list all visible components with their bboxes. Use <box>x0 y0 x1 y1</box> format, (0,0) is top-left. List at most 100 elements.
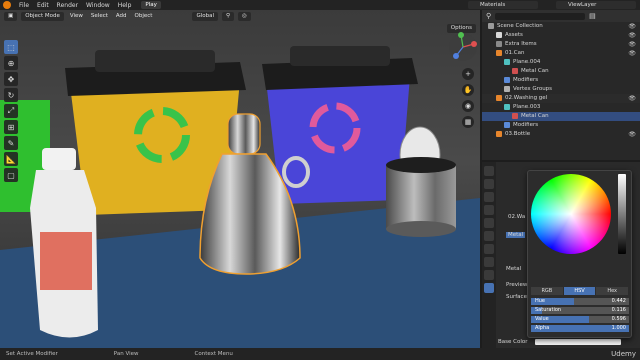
visibility-eye-icon[interactable]: 👁 <box>628 22 636 31</box>
annotate-tool[interactable]: ✎ <box>4 136 18 150</box>
field-value: 1.000 <box>611 325 626 331</box>
status-pan-view: Pan View <box>113 351 139 357</box>
field-value[interactable]: Value 0.596 <box>531 316 629 323</box>
snap-toggle[interactable]: ⚲ <box>222 11 235 21</box>
object-name-field[interactable]: 02.Wa <box>508 214 525 220</box>
menu-window[interactable]: Window <box>82 2 114 9</box>
outliner-item[interactable]: Scene Collection 👁 <box>482 22 640 31</box>
scene-render[interactable] <box>0 10 480 348</box>
add-cube-tool[interactable]: ▢ <box>4 168 18 182</box>
outliner-item[interactable]: Metal Can <box>482 112 640 121</box>
pan-hand-icon[interactable]: ✋ <box>462 84 474 96</box>
vertex-group-icon <box>504 85 510 92</box>
material-tab-icon[interactable] <box>484 283 494 293</box>
camera-icon[interactable]: ◉ <box>462 100 474 112</box>
base-color-label: Base Color <box>498 339 528 345</box>
visibility-eye-icon[interactable]: 👁 <box>628 49 636 58</box>
outliner-item[interactable]: Assets 👁 <box>482 31 640 40</box>
outliner-item[interactable]: 03.Bottle 👁 <box>482 130 640 139</box>
field-alpha[interactable]: Alpha 1.000 <box>531 325 629 332</box>
field-saturation[interactable]: Saturation 0.116 <box>531 307 629 314</box>
transform-tool[interactable]: ⊞ <box>4 120 18 134</box>
navigation-gizmo[interactable] <box>448 32 478 62</box>
tool-tab-icon[interactable] <box>484 166 494 176</box>
outliner-item[interactable]: 02.Washing gel 👁 <box>482 94 640 103</box>
menu-help[interactable]: Help <box>114 2 136 9</box>
color-wheel[interactable] <box>531 174 611 254</box>
viewlayer-selector[interactable]: ViewLayer <box>556 1 636 9</box>
move-tool[interactable]: ✥ <box>4 72 18 86</box>
outliner-item[interactable]: Modifiers <box>482 76 640 85</box>
field-hue[interactable]: Hue 0.442 <box>531 298 629 305</box>
material-name-field[interactable]: Metal <box>506 266 521 272</box>
output-tab-icon[interactable] <box>484 192 494 202</box>
filter-icon[interactable]: ⚲ <box>486 12 491 20</box>
outliner-item[interactable]: Plane.004 <box>482 58 640 67</box>
mode-selector[interactable]: Object Mode <box>21 11 64 21</box>
select-box-tool[interactable]: ⬚ <box>4 40 18 54</box>
rotate-tool[interactable]: ↻ <box>4 88 18 102</box>
visibility-eye-icon[interactable]: 👁 <box>628 40 636 49</box>
blender-logo-icon[interactable] <box>3 1 11 9</box>
data-tab-icon[interactable] <box>484 270 494 280</box>
material-slot[interactable]: Metal <box>506 232 526 238</box>
field-value: 0.116 <box>611 307 626 313</box>
modifier-tab-icon[interactable] <box>484 231 494 241</box>
outliner-item[interactable]: Plane.003 <box>482 103 640 112</box>
wrench-icon <box>504 121 510 128</box>
collection-icon <box>496 31 502 38</box>
material-icon <box>512 67 518 74</box>
scene-selector[interactable]: Materials <box>468 1 538 9</box>
preview-panel-header[interactable]: Preview <box>506 282 527 288</box>
outliner-item-label: Assets <box>505 32 523 38</box>
outliner-item[interactable]: Extra Items 👁 <box>482 40 640 49</box>
physics-tab-icon[interactable] <box>484 244 494 254</box>
measure-tool[interactable]: 📐 <box>4 152 18 166</box>
proportional-editing-toggle[interactable]: ◎ <box>238 11 251 21</box>
object-tab-icon[interactable] <box>484 218 494 228</box>
mode-hsv[interactable]: HSV <box>563 287 596 295</box>
base-color-swatch[interactable] <box>535 339 621 345</box>
visibility-eye-icon[interactable]: 👁 <box>628 94 636 103</box>
constraints-tab-icon[interactable] <box>484 257 494 267</box>
field-value: 0.442 <box>611 298 626 304</box>
transform-orientation-selector[interactable]: Global <box>192 11 219 21</box>
mesh-icon <box>504 58 510 65</box>
outliner-item[interactable]: Vertex Groups <box>482 85 640 94</box>
mode-hex[interactable]: Hex <box>596 287 629 295</box>
grid-icon[interactable]: ▦ <box>462 116 474 128</box>
outliner-search[interactable] <box>495 12 586 20</box>
top-menu-bar: File Edit Render Window Help Play Materi… <box>0 0 640 10</box>
menu-file[interactable]: File <box>15 2 33 9</box>
outliner-item[interactable]: 01.Can 👁 <box>482 49 640 58</box>
surface-panel-header[interactable]: Surface <box>506 294 527 300</box>
editor-type-button[interactable]: ▣ <box>4 11 18 21</box>
visibility-eye-icon[interactable]: 👁 <box>628 31 636 40</box>
render-tab-icon[interactable] <box>484 179 494 189</box>
outliner-item-label: Plane.004 <box>513 59 541 65</box>
outliner-item-label: Extra Items <box>505 41 537 47</box>
outliner-item-label: Plane.003 <box>513 104 541 110</box>
navigation-tools: + ✋ ◉ ▦ <box>462 68 474 128</box>
outliner-item[interactable]: Metal Can <box>482 67 640 76</box>
new-collection-icon[interactable]: ▤ <box>589 12 596 20</box>
outliner-item[interactable]: Modifiers <box>482 121 640 130</box>
cursor-tool[interactable]: ⊕ <box>4 56 18 70</box>
menu-render[interactable]: Render <box>53 2 82 9</box>
zoom-icon[interactable]: + <box>462 68 474 80</box>
scene-tab-icon[interactable] <box>484 205 494 215</box>
scale-tool[interactable]: ⤢ <box>4 104 18 118</box>
object-icon <box>496 49 502 56</box>
menu-edit[interactable]: Edit <box>33 2 53 9</box>
viewport-menu-add[interactable]: Add <box>114 13 129 19</box>
visibility-eye-icon[interactable]: 👁 <box>628 130 636 139</box>
tin-can[interactable] <box>386 165 456 229</box>
value-slider[interactable] <box>618 174 626 254</box>
viewport-menu-view[interactable]: View <box>68 13 85 19</box>
viewport-menu-object[interactable]: Object <box>133 13 155 19</box>
mode-rgb[interactable]: RGB <box>531 287 563 295</box>
3d-viewport[interactable]: ▣ Object Mode View Select Add Object Glo… <box>0 10 480 348</box>
viewport-menu-select[interactable]: Select <box>89 13 110 19</box>
outliner-item-label: Vertex Groups <box>513 86 553 92</box>
workspace-tab-play[interactable]: Play <box>141 1 161 9</box>
